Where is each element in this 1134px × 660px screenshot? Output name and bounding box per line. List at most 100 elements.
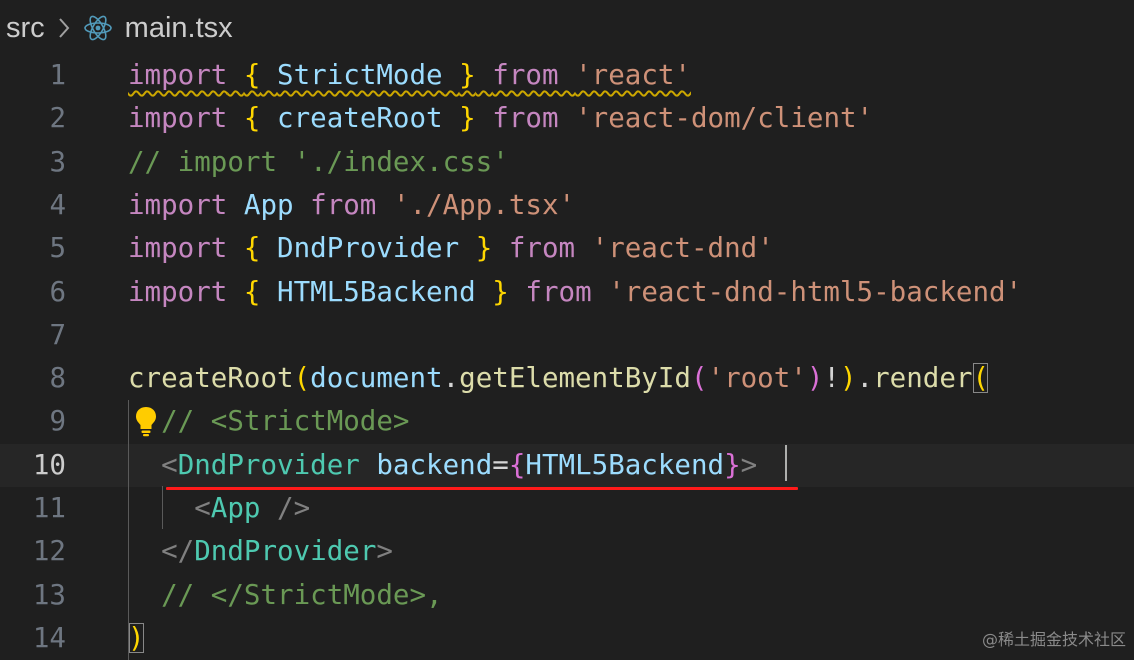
code-token: { <box>243 59 261 91</box>
code-token: // <StrictMode> <box>161 405 410 438</box>
code-token: ( <box>972 362 990 395</box>
code-line[interactable]: 4 import App from './App.tsx' <box>0 184 1134 227</box>
code-token: // import './index.css' <box>128 145 509 178</box>
indent-guide <box>128 400 129 660</box>
code-token: { <box>243 275 261 308</box>
code-token: import <box>128 59 228 91</box>
code-text: import { DndProvider } from 'react-dnd' <box>128 227 774 270</box>
code-token: < <box>194 492 211 524</box>
lightbulb-icon[interactable] <box>132 404 160 438</box>
code-token: HTML5Backend <box>277 275 476 308</box>
line-number: 13 <box>32 578 66 611</box>
code-token: document <box>310 362 443 395</box>
code-line[interactable]: 8 createRoot(document.getElementById('roo… <box>0 357 1134 400</box>
code-token: backend <box>376 448 493 481</box>
code-token: . <box>856 362 874 395</box>
code-line[interactable]: 12 </DndProvider> <box>0 530 1134 573</box>
code-token: // </StrictMode>, <box>161 578 443 611</box>
line-number: 4 <box>49 188 66 221</box>
code-line[interactable]: 5 import { DndProvider } from 'react-dnd' <box>0 227 1134 270</box>
code-token: } <box>724 448 741 481</box>
code-text: </DndProvider> <box>128 530 393 573</box>
code-token: ) <box>128 621 145 654</box>
code-token: from <box>492 102 559 135</box>
code-token: createRoot <box>128 362 294 395</box>
code-line[interactable]: 3 // import './index.css' <box>0 141 1134 184</box>
react-icon <box>83 13 113 43</box>
code-token: ! <box>823 362 840 395</box>
code-token: from <box>310 188 377 221</box>
code-token: } <box>475 232 493 265</box>
chevron-right-icon <box>57 16 71 40</box>
code-token: { <box>243 232 261 265</box>
code-editor[interactable]: 14) 13 // </StrictMode>, 12 </DndProvider>… <box>0 54 1134 660</box>
code-token: StrictMode <box>277 59 443 91</box>
code-token: . <box>442 362 460 395</box>
code-line[interactable]: 9 // <StrictMode> <box>0 400 1134 443</box>
code-line[interactable]: 13 // </StrictMode>, <box>0 574 1134 617</box>
code-token: </ <box>161 535 195 568</box>
breadcrumb-file[interactable]: main.tsx <box>125 12 233 45</box>
line-number: 1 <box>49 59 66 91</box>
code-token: DndProvider <box>277 232 460 265</box>
code-line[interactable]: 1 import { StrictMode } from 'react' <box>0 54 1134 97</box>
indent-guide-nested <box>162 486 163 529</box>
watermark: @稀土掘金技术社区 <box>981 630 1126 649</box>
code-token: from <box>525 275 592 308</box>
code-token: > <box>376 535 393 568</box>
code-line[interactable]: 11 <App /> <box>0 487 1134 530</box>
code-token: './App.tsx' <box>392 188 576 221</box>
code-token: ) <box>839 362 857 395</box>
line-number: 9 <box>49 405 66 438</box>
code-text: import App from './App.tsx' <box>128 184 575 227</box>
code-line[interactable]: 10 <DndProvider backend={HTML5Backend}> <box>0 443 1134 487</box>
code-token: getElementById <box>459 362 691 395</box>
code-token: HTML5Backend <box>525 448 725 481</box>
code-token: ( <box>293 362 311 395</box>
line-number: 7 <box>49 318 66 351</box>
code-token: import <box>128 232 228 265</box>
line-number: 10 <box>32 448 66 481</box>
code-token: } <box>459 102 476 135</box>
code-line[interactable]: 6 import { HTML5Backend } from 'react-dnd… <box>0 271 1134 314</box>
line-number: 14 <box>32 621 66 654</box>
code-token: ) <box>806 362 824 395</box>
code-token: import <box>128 275 228 308</box>
code-token: } <box>492 275 509 308</box>
code-text: // <StrictMode> <box>128 400 409 443</box>
code-token: render <box>873 362 973 395</box>
code-line[interactable]: 2 import { createRoot } from 'react-dom/c… <box>0 97 1134 140</box>
code-token: DndProvider <box>194 535 377 568</box>
code-token: createRoot <box>277 102 443 135</box>
code-token: /> <box>277 492 311 524</box>
code-token: ( <box>690 362 708 395</box>
code-line[interactable]: 14) <box>0 617 1134 660</box>
breadcrumb-folder[interactable]: src <box>6 12 45 45</box>
code-line[interactable]: 7 <box>0 314 1134 357</box>
code-text: ) <box>128 617 145 660</box>
text-cursor <box>785 445 787 481</box>
code-token: < <box>161 448 178 481</box>
